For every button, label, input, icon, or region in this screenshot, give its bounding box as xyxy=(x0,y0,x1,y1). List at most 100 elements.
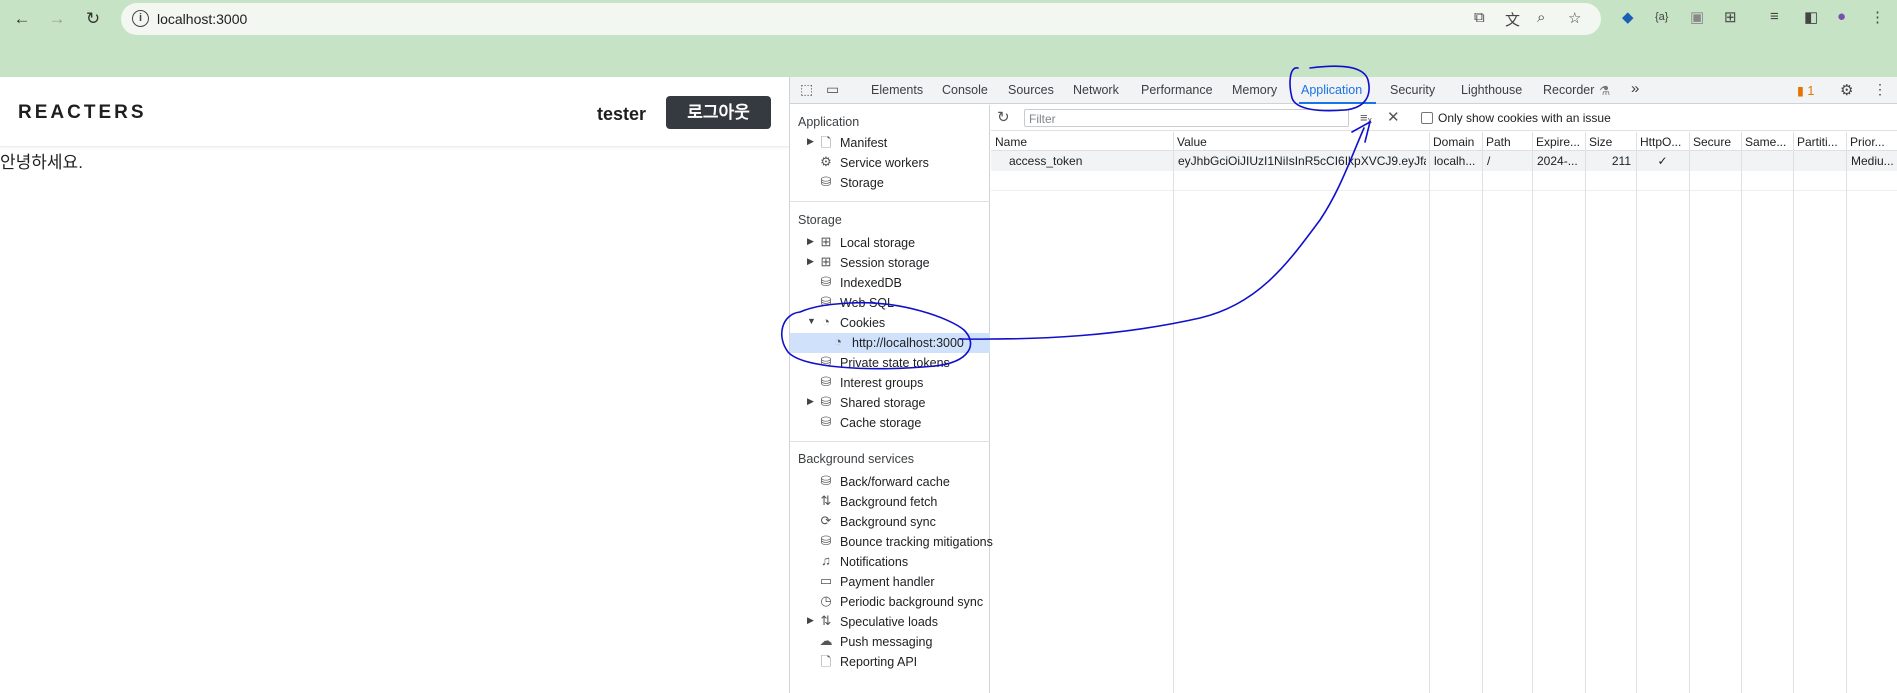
tab-network[interactable]: Network xyxy=(1073,83,1119,97)
column-header[interactable]: Size xyxy=(1585,132,1636,151)
sidebar-item-interest-groups[interactable]: ⛁ Interest groups xyxy=(790,373,990,393)
profile-avatar-icon[interactable]: ● xyxy=(1837,8,1846,25)
tab-lighthouse[interactable]: Lighthouse xyxy=(1461,83,1522,97)
sidebar-item-cache-storage[interactable]: ⛁ Cache storage xyxy=(790,413,990,433)
sidebar-item-speculative-loads[interactable]: ▶ ⇅ Speculative loads xyxy=(790,612,990,632)
collapse-triangle-icon[interactable]: ▼ xyxy=(807,316,816,326)
column-divider[interactable] xyxy=(1173,132,1174,693)
sidebar-item-manifest[interactable]: ▶ 🗋 Manifest xyxy=(790,133,990,153)
expand-triangle-icon[interactable]: ▶ xyxy=(807,136,814,147)
extension-icon[interactable]: ◆ xyxy=(1622,8,1634,26)
database-icon: ⛁ xyxy=(820,354,832,369)
expand-triangle-icon[interactable]: ▶ xyxy=(807,236,814,247)
back-arrow-icon[interactable]: ← xyxy=(9,6,35,32)
column-header[interactable]: Value xyxy=(1173,132,1429,151)
cookie-value[interactable]: eyJhbGciOiJIUzI1NiIsInR5cCI6IkpXVCJ9.eyJ… xyxy=(1178,154,1426,168)
extension-json-icon[interactable]: {a} xyxy=(1655,11,1668,23)
column-divider[interactable] xyxy=(1846,132,1847,693)
sidebar-item-periodic-background-sync[interactable]: ◷ Periodic background sync xyxy=(790,592,990,612)
column-header[interactable]: Same... xyxy=(1741,132,1793,151)
tab-sources[interactable]: Sources xyxy=(1008,83,1054,97)
column-header[interactable]: HttpO... xyxy=(1636,132,1689,151)
bookmark-star-icon[interactable]: ☆ xyxy=(1568,9,1581,27)
open-in-new-icon[interactable]: ⧉ xyxy=(1474,9,1485,26)
sidebar-item-local-storage[interactable]: ▶ ⊞ Local storage xyxy=(790,233,990,253)
sidebar-item-reporting-api[interactable]: 🗋 Reporting API xyxy=(790,652,990,672)
column-header[interactable]: Domain xyxy=(1429,132,1482,151)
extension-avatar-icon[interactable]: ▣ xyxy=(1690,8,1704,26)
sidebar-item-label: Session storage xyxy=(840,256,930,270)
translate-icon[interactable]: 文 xyxy=(1505,9,1520,30)
sidebar-item-session-storage[interactable]: ▶ ⊞ Session storage xyxy=(790,253,990,273)
issues-badge[interactable]: ▮ 1 xyxy=(1797,83,1814,98)
column-divider[interactable] xyxy=(1689,132,1690,693)
tab-elements[interactable]: Elements xyxy=(871,83,923,97)
expand-triangle-icon[interactable]: ▶ xyxy=(807,615,814,626)
issues-flag-icon: ▮ xyxy=(1797,84,1804,98)
expand-triangle-icon[interactable]: ▶ xyxy=(807,256,814,267)
address-bar[interactable]: i localhost:3000 ⧉ 文 ⌕ ☆ xyxy=(121,3,1601,35)
expand-triangle-icon[interactable]: ▶ xyxy=(807,396,814,407)
column-header[interactable]: Prior... xyxy=(1846,132,1897,151)
column-divider[interactable] xyxy=(1482,132,1483,693)
sidebar-item-label: http://localhost:3000 xyxy=(852,336,964,350)
inspect-element-icon[interactable]: ⬚ xyxy=(800,81,813,98)
sidebar-item-indexeddb[interactable]: ⛁ IndexedDB xyxy=(790,273,990,293)
sidebar-item-label: Private state tokens xyxy=(840,356,950,370)
sidebar-item-private-state-tokens[interactable]: ⛁ Private state tokens xyxy=(790,353,990,373)
column-header[interactable]: Name xyxy=(991,132,1173,151)
column-header[interactable]: Path xyxy=(1482,132,1532,151)
bell-icon: ♫ xyxy=(821,553,831,568)
column-divider[interactable] xyxy=(1585,132,1586,693)
only-issue-checkbox[interactable] xyxy=(1421,112,1433,124)
refresh-icon[interactable]: ↻ xyxy=(997,108,1010,126)
tab-application[interactable]: Application xyxy=(1301,83,1362,97)
cookie-filter-input[interactable]: Filter xyxy=(1024,109,1349,127)
reading-list-icon[interactable]: ≡ xyxy=(1770,8,1779,25)
sidebar-item-cookies-localhost[interactable]: ◔ http://localhost:3000 xyxy=(790,333,990,353)
sidebar-item-bounce-tracking[interactable]: ⛁ Bounce tracking mitigations xyxy=(790,532,993,552)
sidebar-item-push-messaging[interactable]: ☁ Push messaging xyxy=(790,632,990,652)
tab-security[interactable]: Security xyxy=(1390,83,1435,97)
sidebar-item-payment-handler[interactable]: ▭ Payment handler xyxy=(790,572,990,592)
sidebar-item-background-sync[interactable]: ⟳ Background sync xyxy=(790,512,990,532)
sidebar-item-storage[interactable]: ⛁ Storage xyxy=(790,173,990,193)
clear-all-icon[interactable]: ≡ₓ xyxy=(1360,110,1372,125)
sidebar-item-cookies[interactable]: ▼ ◔ Cookies xyxy=(790,313,990,333)
devtools-menu-icon[interactable]: ⋮ xyxy=(1873,81,1887,98)
sidebar-item-shared-storage[interactable]: ▶ ⛁ Shared storage xyxy=(790,393,990,413)
cookie-name[interactable]: access_token xyxy=(1009,154,1169,168)
column-divider[interactable] xyxy=(1793,132,1794,693)
device-toolbar-icon[interactable]: ▭ xyxy=(826,81,839,98)
tab-console[interactable]: Console xyxy=(942,83,988,97)
sidebar-item-service-workers[interactable]: ⚙ Service workers xyxy=(790,153,990,173)
column-header[interactable]: Expire... xyxy=(1532,132,1585,151)
sidebar-item-notifications[interactable]: ♫ Notifications xyxy=(790,552,990,572)
column-header[interactable]: Partiti... xyxy=(1793,132,1846,151)
zoom-icon[interactable]: ⌕ xyxy=(1537,9,1545,26)
column-header[interactable]: Secure xyxy=(1689,132,1741,151)
column-divider[interactable] xyxy=(1636,132,1637,693)
sidebar-item-background-fetch[interactable]: ⇅ Background fetch xyxy=(790,492,990,512)
tab-memory[interactable]: Memory xyxy=(1232,83,1277,97)
column-divider[interactable] xyxy=(1741,132,1742,693)
sidebar-item-back-forward-cache[interactable]: ⛁ Back/forward cache xyxy=(790,472,990,492)
forward-arrow-icon[interactable]: → xyxy=(44,6,70,32)
tab-recorder[interactable]: Recorder xyxy=(1543,83,1594,97)
reload-icon[interactable]: ↻ xyxy=(80,6,106,32)
site-info-icon[interactable]: i xyxy=(132,10,149,27)
puzzle-icon[interactable]: ⊞ xyxy=(1724,8,1737,26)
delete-selected-icon[interactable]: ✕ xyxy=(1387,108,1400,126)
menu-dots-icon[interactable]: ⋮ xyxy=(1870,8,1885,26)
recorder-flask-icon: ⚗ xyxy=(1599,84,1611,98)
logout-button[interactable]: 로그아웃 xyxy=(666,96,771,129)
column-divider[interactable] xyxy=(1429,132,1430,693)
column-divider[interactable] xyxy=(1532,132,1533,693)
side-panel-icon[interactable]: ◧ xyxy=(1804,8,1818,26)
sidebar-item-web-sql[interactable]: ⛁ Web SQL xyxy=(790,293,990,313)
clock-icon: ◷ xyxy=(820,593,832,608)
more-tabs-icon[interactable]: » xyxy=(1631,80,1639,97)
settings-gear-icon[interactable]: ⚙ xyxy=(1840,81,1853,99)
site-logo[interactable]: REACTERS xyxy=(18,102,147,124)
tab-performance[interactable]: Performance xyxy=(1141,83,1213,97)
